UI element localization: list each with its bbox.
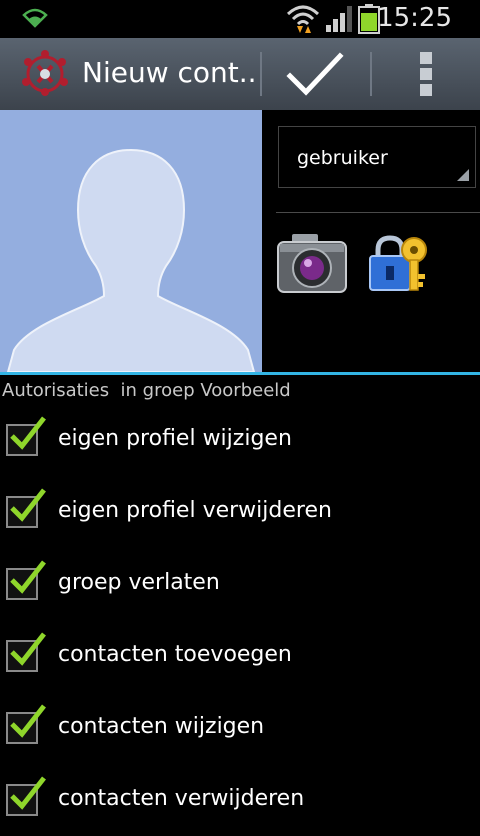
checkmark-icon [10,416,46,450]
permissions-header: Autorisaties in groep Voorbeeld [2,380,291,401]
list-item-label: eigen profiel wijzigen [58,426,292,451]
checkbox[interactable] [6,632,46,672]
checkmark-icon [10,560,46,594]
checkbox[interactable] [6,416,46,456]
overflow-menu-button[interactable] [372,38,480,110]
contact-photo[interactable] [0,110,262,372]
wifi-icon [286,4,320,38]
spinner-arrow-icon [457,169,469,181]
list-item-label: contacten wijzigen [58,714,265,739]
checkmark-icon [10,704,46,738]
account-spinner[interactable]: gebruiker [278,126,476,188]
list-item[interactable]: groep verlaten [0,548,480,620]
list-item-label: contacten verwijderen [58,786,305,811]
clock: 15:25 [377,3,452,33]
checkbox[interactable] [6,488,46,528]
list-item[interactable]: contacten toevoegen [0,620,480,692]
contact-side-panel: gebruiker [262,110,480,372]
list-item[interactable]: eigen profiel verwijderen [0,476,480,548]
camera-icon[interactable] [276,232,348,300]
list-item-label: eigen profiel verwijderen [58,498,332,523]
list-item-label: contacten toevoegen [58,642,292,667]
list-item[interactable]: contacten verwijderen [0,764,480,836]
checkmark-icon [286,52,344,96]
list-item[interactable]: contacten wijzigen [0,692,480,764]
action-bar: Nieuw cont.. [0,38,480,111]
divider [276,212,480,213]
signal-icon [325,5,353,37]
list-item[interactable]: eigen profiel wijzigen [0,404,480,476]
checkmark-icon [10,632,46,666]
lock-key-icon[interactable] [368,234,432,298]
checkbox[interactable] [6,776,46,816]
app-notification-icon [22,6,48,32]
account-spinner-value: gebruiker [297,147,388,169]
status-bar: 15:25 [0,0,480,38]
section-divider [0,372,480,375]
app-logo-icon[interactable] [18,48,72,104]
save-button[interactable] [262,38,370,110]
avatar-placeholder [6,148,256,372]
checkbox[interactable] [6,560,46,600]
checkbox[interactable] [6,704,46,744]
page-title: Nieuw cont.. [82,56,257,89]
checkmark-icon [10,488,46,522]
list-item-label: groep verlaten [58,570,220,595]
checkmark-icon [10,776,46,810]
